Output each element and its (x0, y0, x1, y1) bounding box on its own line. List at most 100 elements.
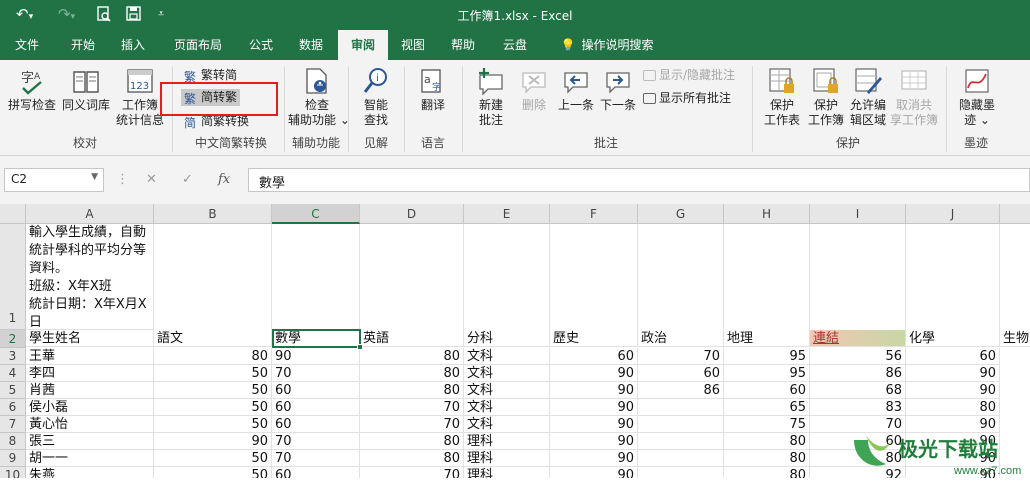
workbook-stats-button[interactable]: 123 工作簿 统计信息 (114, 66, 166, 128)
data-cell[interactable]: 60 (906, 348, 1000, 365)
data-cell[interactable]: 侯小磊 (26, 399, 154, 416)
chevron-down-icon[interactable]: ▼ (91, 172, 98, 182)
column-header-j[interactable]: J (906, 204, 1000, 224)
tab-cloud[interactable]: 云盘 (492, 30, 538, 60)
data-cell[interactable]: 90 (550, 416, 638, 433)
spellcheck-button[interactable]: 字A 拼写检查 (6, 66, 58, 113)
unshare-workbook-button[interactable]: 取消共 享工作簿 (888, 66, 940, 128)
data-cell[interactable]: 50 (154, 467, 272, 478)
data-cell[interactable]: 80 (360, 365, 464, 382)
row-header-9[interactable]: 9 (0, 450, 26, 467)
column-header-i[interactable]: I (810, 204, 906, 224)
data-cell[interactable]: 80 (724, 450, 810, 467)
data-cell[interactable]: 90 (272, 348, 360, 365)
data-cell[interactable]: 文科 (464, 399, 550, 416)
tab-page-layout[interactable]: 页面布局 (166, 30, 230, 60)
smart-lookup-button[interactable]: i 智能 查找 (352, 66, 400, 128)
header-cell[interactable]: 歷史 (550, 330, 638, 347)
row-header-5[interactable]: 5 (0, 382, 26, 399)
formula-input[interactable]: 數學 (248, 168, 1030, 192)
tab-insert[interactable]: 插入 (110, 30, 156, 60)
data-cell[interactable]: 70 (272, 365, 360, 382)
data-cell[interactable]: 80 (906, 399, 1000, 416)
insert-function-icon[interactable]: fx (218, 172, 230, 187)
data-cell[interactable] (638, 416, 724, 433)
row-header-4[interactable]: 4 (0, 365, 26, 382)
data-cell[interactable]: 90 (550, 433, 638, 450)
data-cell[interactable]: 56 (810, 348, 906, 365)
cell-a1[interactable]: 輸入學生成績，自動統計學科的平均分等資料。 班級：X年X班 統計日期：X年X月X… (26, 224, 154, 330)
data-cell[interactable]: 70 (272, 450, 360, 467)
data-cell[interactable]: 文科 (464, 348, 550, 365)
data-cell[interactable]: 90 (906, 382, 1000, 399)
data-cell[interactable]: 90 (154, 433, 272, 450)
data-cell[interactable]: 60 (550, 348, 638, 365)
data-cell[interactable] (638, 433, 724, 450)
data-cell[interactable]: 90 (550, 382, 638, 399)
data-cell[interactable]: 65 (724, 399, 810, 416)
tell-me-search[interactable]: 💡 操作说明搜索 (552, 30, 662, 60)
enter-icon[interactable]: ✓ (182, 172, 193, 187)
data-cell[interactable]: 60 (638, 365, 724, 382)
tab-view[interactable]: 视图 (390, 30, 436, 60)
data-cell[interactable]: 80 (360, 348, 464, 365)
data-cell[interactable]: 80 (154, 348, 272, 365)
select-all-corner[interactable] (0, 204, 26, 224)
data-cell[interactable] (638, 467, 724, 478)
data-cell[interactable]: 文科 (464, 365, 550, 382)
data-cell[interactable]: 70 (360, 416, 464, 433)
data-cell[interactable]: 肖茜 (26, 382, 154, 399)
row-header-1[interactable]: 1 (0, 224, 26, 330)
delete-comment-button[interactable]: 删除 (514, 66, 554, 113)
data-cell[interactable]: 80 (360, 382, 464, 399)
data-cell[interactable]: 95 (724, 365, 810, 382)
column-header-b[interactable]: B (154, 204, 272, 224)
cancel-icon[interactable]: ✕ (146, 172, 157, 187)
previous-comment-button[interactable]: 上一条 (556, 66, 596, 113)
row-header-7[interactable]: 7 (0, 416, 26, 433)
data-cell[interactable]: 理科 (464, 450, 550, 467)
header-cell[interactable]: 連結 (810, 330, 906, 347)
data-cell[interactable]: 60 (272, 382, 360, 399)
row-header-10[interactable]: 10 (0, 467, 26, 478)
column-header-d[interactable]: D (360, 204, 464, 224)
data-cell[interactable]: 68 (810, 382, 906, 399)
data-cell[interactable]: 理科 (464, 467, 550, 478)
data-cell[interactable]: 75 (724, 416, 810, 433)
column-header-e[interactable]: E (464, 204, 550, 224)
tab-formulas[interactable]: 公式 (238, 30, 284, 60)
data-cell[interactable]: 70 (638, 348, 724, 365)
data-cell[interactable]: 60 (272, 467, 360, 478)
next-comment-button[interactable]: 下一条 (598, 66, 638, 113)
data-cell[interactable]: 80 (724, 433, 810, 450)
data-cell[interactable]: 80 (360, 450, 464, 467)
data-cell[interactable]: 胡一一 (26, 450, 154, 467)
allow-edit-ranges-button[interactable]: 允许编 辑区域 (846, 66, 890, 128)
data-cell[interactable]: 王華 (26, 348, 154, 365)
fill-handle[interactable] (357, 344, 363, 350)
row-header-3[interactable]: 3 (0, 348, 26, 365)
row-header-8[interactable]: 8 (0, 433, 26, 450)
header-cell[interactable]: 語文 (154, 330, 272, 347)
protect-sheet-button[interactable]: 保护 工作表 (758, 66, 806, 128)
data-cell[interactable]: 60 (272, 416, 360, 433)
data-cell[interactable]: 90 (550, 365, 638, 382)
data-cell[interactable]: 李四 (26, 365, 154, 382)
data-cell[interactable]: 70 (360, 399, 464, 416)
data-cell[interactable]: 90 (550, 399, 638, 416)
header-cell[interactable]: 地理 (724, 330, 810, 347)
data-cell[interactable]: 86 (810, 365, 906, 382)
translate-button[interactable]: a字 翻译 (410, 66, 456, 113)
data-cell[interactable]: 理科 (464, 433, 550, 450)
show-all-comments-button[interactable]: 显示所有批注 (643, 90, 731, 106)
protect-workbook-button[interactable]: 保护 工作簿 (804, 66, 848, 128)
data-cell[interactable]: 90 (906, 365, 1000, 382)
tab-file[interactable]: 文件 (4, 30, 50, 60)
data-cell[interactable]: 95 (724, 348, 810, 365)
column-header-h[interactable]: H (724, 204, 810, 224)
header-cell[interactable]: 分科 (464, 330, 550, 347)
header-cell[interactable]: 生物 (1000, 330, 1030, 347)
column-header-c[interactable]: C (272, 204, 360, 224)
data-cell[interactable]: 70 (272, 433, 360, 450)
show-hide-comment-button[interactable]: 显示/隐藏批注 (643, 67, 735, 83)
